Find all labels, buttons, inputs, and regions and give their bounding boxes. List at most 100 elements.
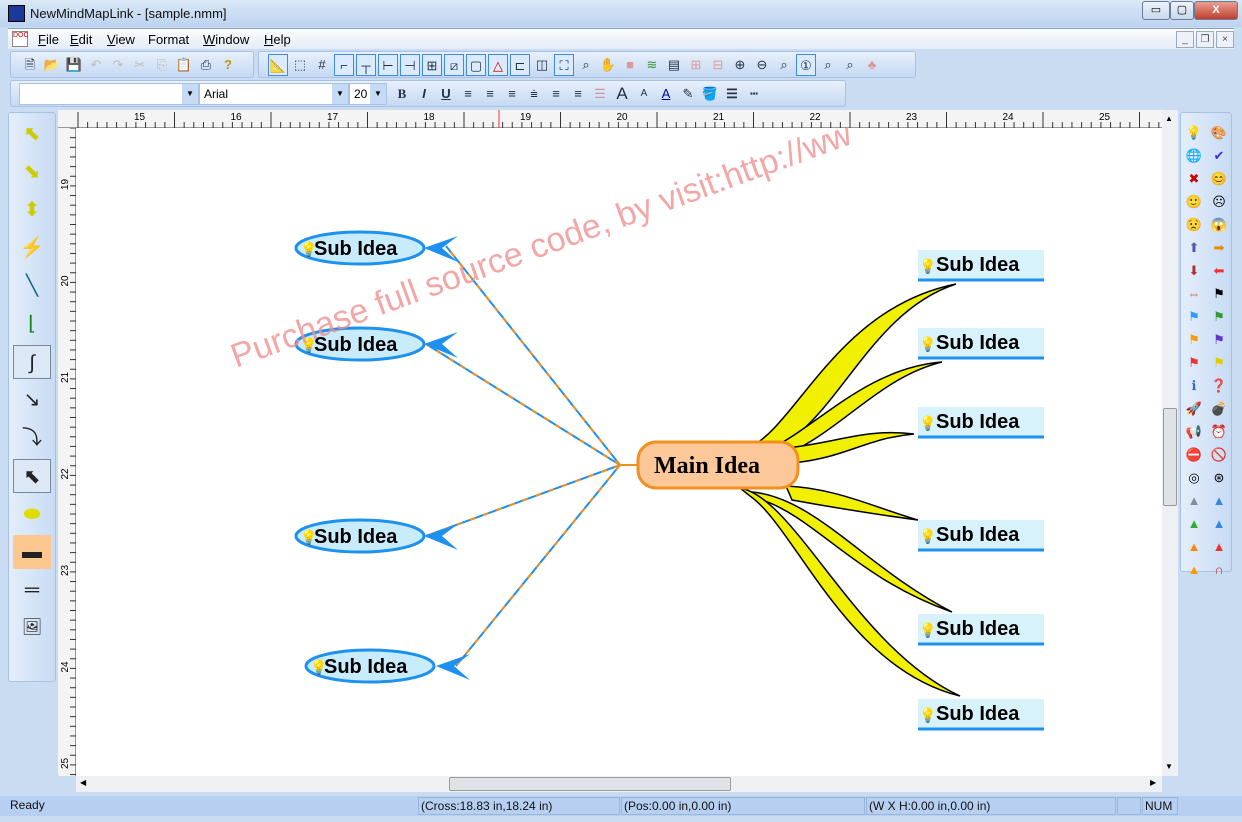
sub-idea-left-node[interactable]: 💡Sub Idea — [296, 520, 424, 552]
menu-view[interactable]: View — [107, 32, 135, 47]
mdi-restore-button[interactable]: ❐ — [1196, 31, 1214, 48]
style-combo[interactable]: ▼ — [19, 83, 199, 105]
menu-help[interactable]: Help — [264, 32, 291, 47]
mdi-minimize-button[interactable]: _ — [1176, 31, 1194, 48]
properties-icon[interactable]: ▤ — [664, 54, 684, 76]
bold-button[interactable]: B — [392, 83, 412, 105]
line-style-icon[interactable]: ┅ — [744, 83, 764, 105]
vertical-scroll-thumb[interactable] — [1163, 408, 1177, 506]
chevron-down-icon[interactable]: ▼ — [332, 84, 348, 104]
design-icon[interactable]: 📐 — [268, 54, 288, 76]
valign-bottom-icon[interactable]: ≡ — [568, 83, 588, 105]
align-right-icon[interactable]: ⊣ — [400, 54, 420, 76]
font-combo[interactable]: Arial▼ — [199, 83, 349, 105]
sad-icon[interactable]: ☹ — [1209, 192, 1229, 212]
image-icon[interactable]: 🖼 — [13, 611, 51, 645]
redo-icon[interactable]: ↷ — [108, 54, 128, 76]
zoom-in-icon[interactable]: ⊕ — [730, 54, 750, 76]
palette-icon[interactable]: 🎨 — [1209, 123, 1229, 143]
horizontal-scrollbar[interactable]: ◀ ▶ — [76, 776, 1162, 792]
priority-orange-icon[interactable]: ▲ — [1184, 537, 1204, 557]
forbidden-icon[interactable]: 🚫 — [1209, 445, 1229, 465]
resize-icon[interactable]: ⊏ — [510, 54, 530, 76]
zigzag-line-icon[interactable]: ⚡ — [13, 231, 51, 265]
priority-blue-icon[interactable]: ▲ — [1209, 491, 1229, 511]
curve-arrow-icon[interactable]: ⤵ — [13, 421, 51, 455]
font-color-icon[interactable]: A — [656, 83, 676, 105]
align-left-text-icon[interactable]: ≡ — [458, 83, 478, 105]
sub-idea-left-node[interactable]: 💡Sub Idea — [306, 650, 434, 682]
valign-top-icon[interactable]: ⩧ — [524, 83, 544, 105]
chevron-down-icon[interactable]: ▼ — [370, 84, 386, 104]
mind-map-canvas[interactable]: Main Idea 💡Sub Idea 💡Sub Idea 💡Sub Idea 💡Su… — [76, 128, 1162, 776]
double-arrow-icon[interactable]: ⬉ — [13, 117, 51, 151]
scroll-right-icon[interactable]: ▶ — [1150, 778, 1156, 787]
fit-icon[interactable]: ⛶ — [554, 54, 574, 76]
info-icon[interactable]: ℹ — [1184, 376, 1204, 396]
grid-icon[interactable]: # — [312, 54, 332, 76]
close-button[interactable]: X — [1194, 1, 1238, 20]
rect-icon[interactable]: ▢ — [466, 54, 486, 76]
minimize-button[interactable]: ▭ — [1142, 1, 1170, 20]
arrow-down-icon[interactable]: ⬇ — [1184, 261, 1204, 281]
ellipse-node-icon[interactable]: ⬬ — [13, 497, 51, 531]
zoom-actual-icon[interactable]: ① — [796, 54, 816, 76]
alarm-icon[interactable]: ⏰ — [1209, 422, 1229, 442]
priority-green-icon[interactable]: ▲ — [1184, 514, 1204, 534]
diagonal-icon[interactable]: ⧄ — [444, 54, 464, 76]
shape-icon[interactable]: ■ — [620, 54, 640, 76]
sub-idea-right-node[interactable]: 💡Sub Idea — [918, 250, 1044, 280]
tree-icon[interactable]: ⊟ — [708, 54, 728, 76]
sub-idea-right-node[interactable]: 💡Sub Idea — [918, 699, 1044, 729]
mdi-close-button[interactable]: × — [1216, 31, 1234, 48]
align-top-icon[interactable]: ┬ — [356, 54, 376, 76]
select-icon[interactable]: ⬚ — [290, 54, 310, 76]
arrow-right-icon[interactable]: ➡ — [1209, 238, 1229, 258]
underline-button[interactable]: U — [436, 83, 456, 105]
triangle-icon[interactable]: △ — [488, 54, 508, 76]
zoom-out-icon[interactable]: ⊖ — [752, 54, 772, 76]
cut-icon[interactable]: ✂ — [130, 54, 150, 76]
font-grow-icon[interactable]: A — [612, 83, 632, 105]
layers-icon[interactable]: ≋ — [642, 54, 662, 76]
menu-format[interactable]: Format — [148, 32, 189, 47]
bulb-icon[interactable]: 💡 — [1184, 123, 1204, 143]
lifebuoy-icon[interactable]: ⊛ — [1209, 468, 1229, 488]
valign-middle-icon[interactable]: ≡ — [546, 83, 566, 105]
flag-purple-icon[interactable]: ⚑ — [1209, 330, 1229, 350]
rect-node-icon[interactable]: ▬ — [13, 535, 51, 569]
save-icon[interactable]: 💾 — [64, 54, 84, 76]
check-icon[interactable]: ✔ — [1209, 146, 1229, 166]
flag-red-icon[interactable]: ⚑ — [1184, 353, 1204, 373]
align-right-text-icon[interactable]: ≡ — [502, 83, 522, 105]
arrow-up-icon[interactable]: ⬆ — [1184, 238, 1204, 258]
arrow-left-icon[interactable]: ⬅ — [1209, 261, 1229, 281]
chevron-down-icon[interactable]: ▼ — [182, 84, 198, 104]
open-icon[interactable]: 📂 — [42, 54, 62, 76]
bomb-icon[interactable]: 💣 — [1209, 399, 1229, 419]
sub-idea-left-node[interactable]: 💡Sub Idea — [296, 232, 424, 264]
menu-edit[interactable]: Edit — [70, 32, 92, 47]
flag-green-icon[interactable]: ⚑ — [1209, 307, 1229, 327]
shock-icon[interactable]: 😱 — [1209, 215, 1229, 235]
cross-icon[interactable]: ✖ — [1184, 169, 1204, 189]
arrow-both-icon[interactable]: ⇔ — [1184, 284, 1204, 304]
hand-icon[interactable]: ✋ — [598, 54, 618, 76]
fill-color-icon[interactable]: 🪣 — [700, 83, 720, 105]
new-icon[interactable]: 🗎 — [20, 54, 40, 76]
flag-orange-icon[interactable]: ⚑ — [1184, 330, 1204, 350]
horizontal-scroll-thumb[interactable] — [449, 777, 731, 791]
sub-idea-right-node[interactable]: 💡Sub Idea — [918, 407, 1044, 437]
list-icon[interactable]: ☰ — [590, 83, 610, 105]
scroll-left-icon[interactable]: ◀ — [80, 778, 86, 787]
double-arrow-2-icon[interactable]: ⬍ — [13, 193, 51, 227]
main-idea-node[interactable]: Main Idea — [638, 442, 798, 488]
sub-idea-right-node[interactable]: 💡Sub Idea — [918, 328, 1044, 358]
people-icon[interactable]: ♣ — [862, 54, 882, 76]
font-shrink-icon[interactable]: A — [634, 83, 654, 105]
help-icon[interactable]: ? — [218, 54, 238, 76]
rocket-icon[interactable]: 🚀 — [1184, 399, 1204, 419]
print-icon[interactable]: ⎙ — [196, 54, 216, 76]
italic-button[interactable]: I — [414, 83, 434, 105]
lines-icon[interactable]: ═ — [13, 573, 51, 607]
